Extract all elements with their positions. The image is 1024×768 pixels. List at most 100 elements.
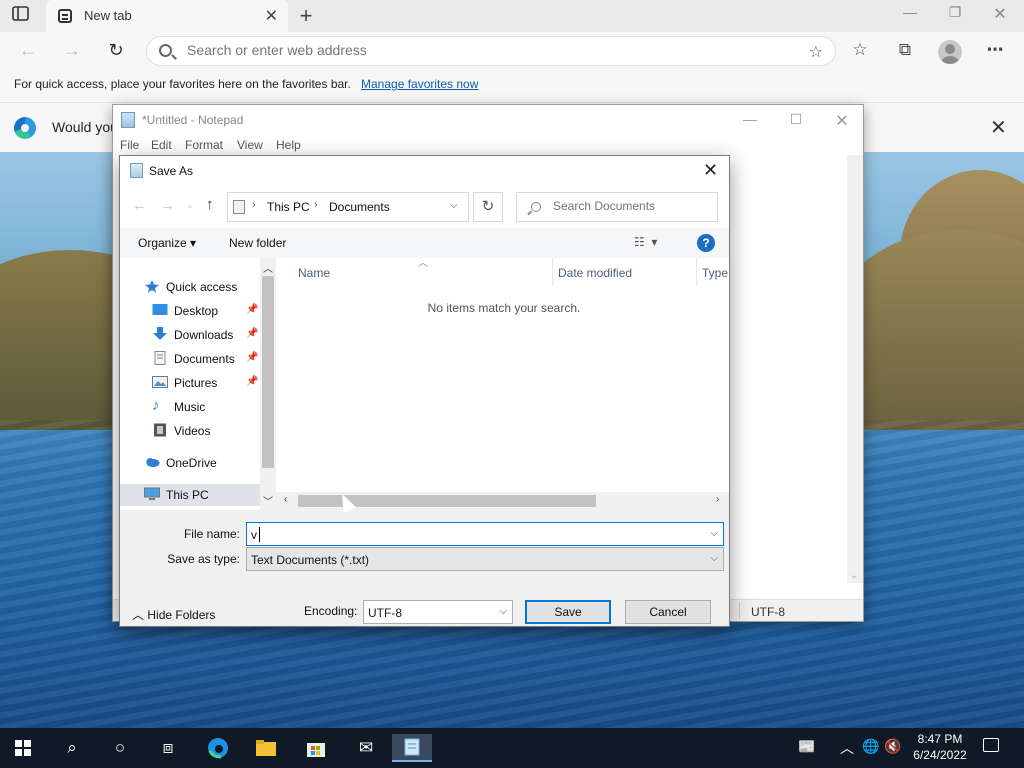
minimize-icon[interactable]: — [727, 111, 773, 127]
new-tab-button[interactable]: + [294, 3, 318, 28]
chevron-up-icon: ︿ [132, 608, 145, 622]
tree-item-this-pc[interactable]: This PC [120, 484, 260, 506]
chevron-down-icon[interactable]: ⌵ [710, 553, 718, 564]
tab-new-tab[interactable]: New tab ✕ [46, 0, 288, 32]
cortana-icon[interactable]: ○ [100, 734, 140, 762]
navigation-pane-scrollbar[interactable]: ︿ ﹀ [260, 258, 276, 510]
favorites-icon[interactable]: ☆ [848, 40, 872, 62]
news-interests-icon[interactable]: 📰 [798, 738, 815, 755]
scroll-down-icon[interactable]: ﹀ [263, 493, 273, 508]
tree-item-onedrive[interactable]: OneDrive [120, 452, 260, 474]
change-view-icon[interactable]: ☷ ▾ [634, 235, 657, 249]
save-as-type-value: Text Documents (*.txt) [251, 553, 370, 567]
new-folder-button[interactable]: New folder [229, 236, 286, 250]
help-icon[interactable]: ? [697, 234, 715, 252]
breadcrumb-this-pc[interactable]: This PC [267, 200, 310, 214]
menu-help[interactable]: Help [276, 138, 301, 152]
close-icon[interactable]: ✕ [819, 111, 865, 131]
column-header-type[interactable]: Type [702, 258, 729, 286]
edge-taskbar-icon[interactable] [198, 734, 238, 762]
cancel-button[interactable]: Cancel [625, 600, 711, 624]
menu-file[interactable]: File [120, 138, 139, 152]
mail-icon[interactable]: ✉ [346, 734, 386, 762]
refresh-icon[interactable]: ↻ [104, 40, 128, 62]
save-as-type-label: Save as type: [167, 552, 240, 566]
start-button[interactable] [15, 740, 31, 756]
column-header-name[interactable]: Name ︿ [298, 258, 553, 286]
tree-item-desktop[interactable]: Desktop 📌 [120, 300, 260, 322]
pin-icon: 📌 [246, 352, 259, 363]
column-separator[interactable] [552, 258, 553, 286]
tab-actions-icon[interactable] [12, 6, 36, 26]
back-icon[interactable]: ← [132, 197, 147, 214]
edge-logo-icon [14, 117, 36, 139]
tree-item-downloads[interactable]: Downloads 📌 [120, 324, 260, 346]
volume-muted-icon[interactable]: 🔇 [884, 738, 901, 755]
notifications-icon[interactable] [983, 738, 999, 752]
profile-avatar[interactable] [938, 40, 962, 64]
network-icon[interactable]: 🌐 [862, 738, 879, 755]
collections-icon[interactable]: ⧉ [893, 40, 917, 62]
encoding-select[interactable]: UTF-8 ⌵ [363, 600, 513, 624]
tree-item-documents[interactable]: Documents 📌 [120, 348, 260, 370]
refresh-button[interactable]: ↻ [473, 192, 503, 222]
up-folder-icon[interactable]: ↑ [206, 196, 214, 213]
menu-view[interactable]: View [237, 138, 263, 152]
more-options-icon[interactable]: ⋯ [983, 40, 1007, 62]
tree-item-music[interactable]: ♪ Music [120, 396, 260, 418]
manage-favorites-link[interactable]: Manage favorites now [361, 77, 478, 91]
close-tab-icon[interactable]: ✕ [265, 6, 278, 26]
close-dialog-icon[interactable]: ✕ [703, 160, 718, 181]
system-clock[interactable]: 8:47 PM 6/24/2022 [904, 731, 976, 763]
menu-format[interactable]: Format [185, 138, 223, 152]
close-info-bar-icon[interactable]: ✕ [990, 115, 1007, 140]
task-view-icon[interactable]: ⧈ [148, 734, 188, 762]
close-window-icon[interactable]: ✕ [980, 4, 1020, 24]
chevron-down-icon[interactable]: ⌵ [499, 606, 507, 617]
tree-item-videos[interactable]: Videos [120, 420, 260, 442]
maximize-icon[interactable]: ☐ [773, 111, 819, 128]
show-hidden-icons-icon[interactable]: ︿ [840, 738, 854, 758]
breadcrumb[interactable]: › This PC › Documents ⌵ [227, 192, 469, 222]
chevron-right-icon[interactable]: › [252, 199, 256, 211]
hide-folders-button[interactable]: ︿ Hide Folders [132, 606, 215, 623]
chevron-down-icon[interactable]: ⌵ [450, 200, 458, 211]
save-button[interactable]: Save [525, 600, 611, 624]
forward-icon[interactable]: → [60, 40, 84, 62]
save-as-type-select[interactable]: Text Documents (*.txt) ⌵ [246, 547, 724, 571]
search-box[interactable] [516, 192, 718, 222]
recent-locations-icon[interactable]: ⌄ [186, 200, 194, 211]
add-favorite-icon[interactable]: ☆ [809, 42, 823, 62]
scroll-down-icon[interactable]: ⌄ [850, 570, 858, 581]
menu-edit[interactable]: Edit [151, 138, 172, 152]
scrollbar-thumb[interactable] [262, 276, 274, 468]
restore-icon[interactable]: ❐ [935, 4, 975, 21]
tree-item-label: Pictures [174, 376, 218, 390]
encoding-value: UTF-8 [368, 606, 402, 620]
address-input[interactable] [187, 42, 747, 58]
column-separator[interactable] [696, 258, 697, 286]
column-label: Name [298, 266, 331, 280]
address-bar[interactable]: ☆ [146, 36, 836, 66]
tree-item-pictures[interactable]: Pictures 📌 [120, 372, 260, 394]
file-name-field[interactable]: v ⌵ [246, 522, 724, 546]
vertical-scrollbar[interactable]: ⌄ [847, 155, 863, 583]
notepad-taskbar-icon[interactable] [392, 734, 432, 762]
store-icon[interactable] [296, 734, 336, 762]
back-icon[interactable]: ← [16, 40, 40, 62]
scroll-up-icon[interactable]: ︿ [263, 260, 273, 275]
scroll-right-icon[interactable]: › [716, 494, 719, 505]
forward-icon[interactable]: → [160, 197, 175, 214]
search-input[interactable] [553, 199, 703, 213]
tree-item-quick-access[interactable]: Quick access [120, 276, 260, 298]
scroll-left-icon[interactable]: ‹ [284, 494, 287, 505]
minimize-icon[interactable]: — [890, 4, 930, 20]
file-explorer-icon[interactable] [246, 734, 286, 762]
save-options-panel: File name: v ⌵ Save as type: Text Docume… [120, 510, 729, 626]
organize-button[interactable]: Organize ▾ [138, 236, 196, 250]
chevron-down-icon[interactable]: ⌵ [710, 528, 718, 539]
search-icon[interactable]: ⌕ [52, 734, 92, 762]
column-header-date-modified[interactable]: Date modified [558, 258, 697, 286]
breadcrumb-documents[interactable]: Documents [329, 200, 390, 214]
chevron-right-icon[interactable]: › [314, 199, 318, 211]
